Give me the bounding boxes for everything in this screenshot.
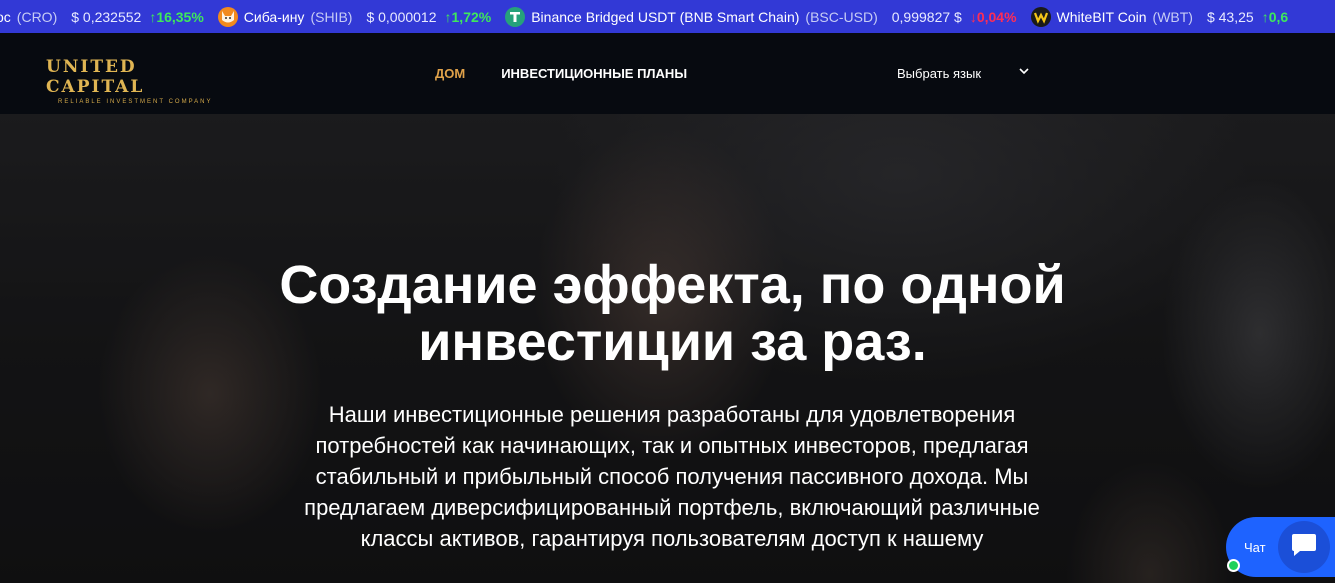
shib-icon [217, 6, 238, 27]
ticker-coin-change: ↑1,72% [444, 8, 492, 25]
ticker-coin-price: $ 0,000012 [366, 8, 437, 25]
ticker-coin-price: $ 43,25 [1206, 8, 1254, 25]
site-header: UNITED CAPITAL RELIABLE INVESTMENT COMPA… [0, 33, 1335, 114]
ticker-track: ос (CRO) $ 0,232552 ↑16,35% Сиба-ину (SH… [0, 0, 1302, 33]
tether-icon [505, 6, 526, 27]
main-nav: ДОМ ИНВЕСТИЦИОННЫЕ ПЛАНЫ [435, 66, 687, 81]
chevron-down-icon [1019, 64, 1029, 78]
logo-tagline: RELIABLE INVESTMENT COMPANY [58, 99, 213, 105]
nav-item-investment-plans[interactable]: ИНВЕСТИЦИОННЫЕ ПЛАНЫ [501, 66, 687, 81]
ticker-coin-name: Сиба-ину [243, 8, 305, 25]
ticker-item[interactable]: Binance Bridged USDT (BNB Smart Chain) (… [505, 0, 1017, 33]
language-select[interactable]: Выбрать язык [897, 62, 1037, 84]
hero-section: Создание эффекта, по одной инвестиции за… [0, 114, 1335, 583]
hero-title: Создание эффекта, по одной инвестиции за… [279, 255, 1066, 372]
ticker-coin-change: ↑0,6 [1261, 8, 1289, 25]
ticker-coin-symbol: (SHIB) [310, 8, 353, 25]
chat-open-button[interactable] [1278, 521, 1330, 573]
ticker-coin-change: ↓0,04% [969, 8, 1017, 25]
ticker-coin-symbol: (WBT) [1152, 8, 1193, 25]
nav-item-home[interactable]: ДОМ [435, 66, 465, 81]
ticker-coin-symbol: (CRO) [16, 8, 58, 25]
ticker-coin-name: WhiteBIT Coin [1056, 8, 1147, 25]
online-status-dot [1227, 559, 1240, 572]
ticker-item[interactable]: WhiteBIT Coin (WBT) $ 43,25 ↑0,6 [1030, 0, 1289, 33]
crypto-ticker: ос (CRO) $ 0,232552 ↑16,35% Сиба-ину (SH… [0, 0, 1335, 33]
chat-widget[interactable]: Чат [1226, 517, 1335, 577]
whitebit-icon [1030, 6, 1051, 27]
site-logo[interactable]: UNITED CAPITAL RELIABLE INVESTMENT COMPA… [46, 57, 226, 105]
ticker-coin-price: $ 0,232552 [71, 8, 142, 25]
language-select-label: Выбрать язык [897, 65, 982, 81]
ticker-coin-symbol: (BSC-USD) [805, 8, 878, 25]
hero-description: Наши инвестиционные решения разработаны … [304, 402, 1040, 551]
ticker-coin-name: Binance Bridged USDT (BNB Smart Chain) [531, 8, 800, 25]
ticker-item[interactable]: Сиба-ину (SHIB) $ 0,000012 ↑1,72% [217, 0, 492, 33]
ticker-item[interactable]: ос (CRO) $ 0,232552 ↑16,35% [0, 0, 204, 33]
ticker-coin-change: ↑16,35% [149, 8, 204, 25]
ticker-coin-name: ос [0, 8, 11, 25]
logo-main-text: UNITED CAPITAL [46, 57, 145, 97]
chat-label: Чат [1244, 539, 1266, 555]
ticker-coin-price: 0,999827 $ [891, 8, 962, 25]
chat-bubble-icon [1290, 532, 1318, 563]
